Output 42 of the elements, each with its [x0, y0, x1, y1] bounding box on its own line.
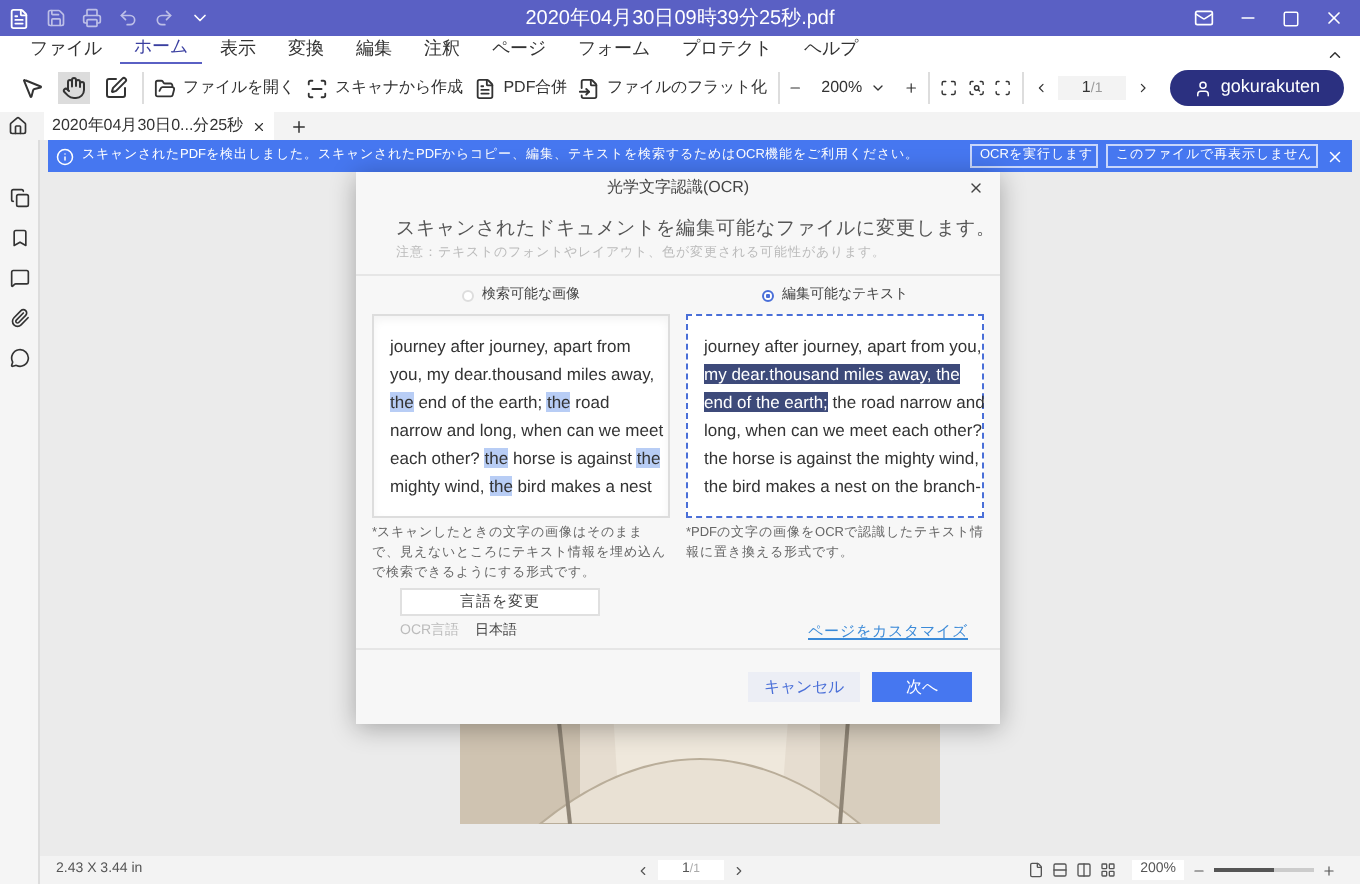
- zoom-field[interactable]: 200%: [813, 76, 895, 100]
- menu-tab[interactable]: フォーム: [564, 35, 664, 64]
- preview-text: long, when can we meet each other?: [704, 419, 982, 439]
- highlighted-text: the: [489, 475, 513, 495]
- menu-tab[interactable]: プロテクト: [668, 35, 786, 64]
- highlighted-text: the: [546, 391, 571, 411]
- preview-text: each other?: [390, 447, 482, 467]
- preview-text: end of the earth;: [416, 391, 545, 411]
- window-title: 2020年04月30日09時39分25秒.pdf: [523, 5, 837, 33]
- menu-tab[interactable]: ヘルプ: [790, 35, 872, 64]
- preview-text: bird makes a nest: [515, 475, 652, 495]
- toolbar-button[interactable]: ファイルのフラット化: [577, 76, 768, 100]
- menu-tab[interactable]: 編集: [342, 35, 406, 64]
- toolbar-button[interactable]: ファイルを開く: [153, 76, 296, 100]
- preview-text: journey after journey, apart from you,: [704, 335, 982, 355]
- preview-text: journey after journey, apart from: [390, 335, 631, 355]
- highlighted-text: my dear.thousand miles away, the: [704, 363, 960, 383]
- menu-tab[interactable]: 注釈: [410, 35, 474, 64]
- dialog-heading: スキャンされたドキュメントを編集可能なファイルに変更します。: [396, 215, 996, 243]
- document-tab[interactable]: 2020年04月30日0...分25秒: [44, 112, 274, 140]
- user-button[interactable]: gokurakuten: [1170, 70, 1344, 106]
- preview-text: you, my dear.thousand miles away,: [390, 363, 655, 383]
- highlighted-text: the: [390, 391, 414, 411]
- menu-tab[interactable]: 表示: [206, 35, 270, 64]
- toolbar-button[interactable]: PDF合併: [473, 76, 568, 100]
- dialog-title: 光学文字認識(OCR): [606, 176, 750, 200]
- menu-tab[interactable]: ファイル: [16, 35, 116, 64]
- preview-text: horse is against: [510, 447, 634, 467]
- highlighted-text: the: [484, 447, 509, 467]
- preview-text: the road narrow and: [830, 391, 985, 411]
- menu-tab[interactable]: ページ: [478, 35, 560, 64]
- preview-text: road: [573, 391, 610, 411]
- toolbar-button[interactable]: スキャナから作成: [305, 76, 464, 100]
- highlighted-text: the: [636, 447, 661, 467]
- next-button[interactable]: 次へ: [872, 672, 972, 702]
- preview-text: narrow and long, when can we meet: [390, 419, 664, 439]
- highlighted-text: end of the earth;: [704, 391, 828, 411]
- cancel-button[interactable]: キャンセル: [748, 672, 860, 702]
- preview-text: the bird makes a nest on the branch-: [704, 475, 981, 495]
- menu-tab[interactable]: 変換: [274, 35, 338, 64]
- preview-text: the horse is against the mighty wind,: [704, 447, 979, 467]
- preview-text: mighty wind,: [390, 475, 487, 495]
